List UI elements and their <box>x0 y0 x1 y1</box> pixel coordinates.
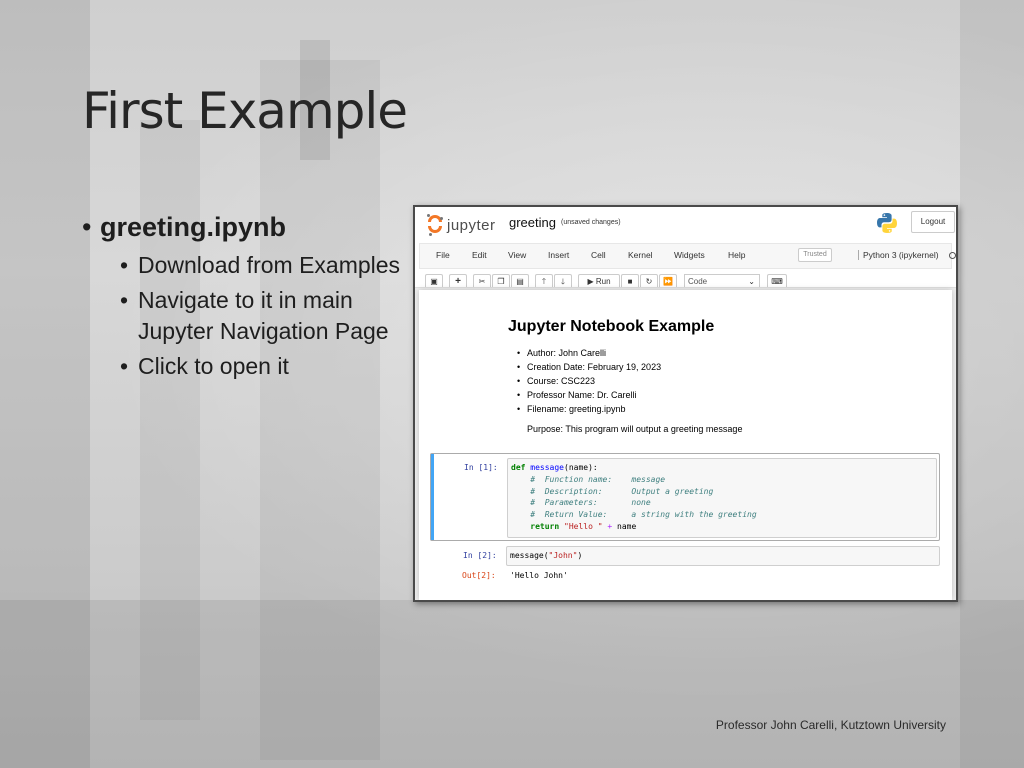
list-item: Creation Date: February 19, 2023 <box>517 360 661 374</box>
notebook-header: jupyter greeting (unsaved changes) Logou… <box>415 207 956 243</box>
menu-bar: File Edit View Insert Cell Kernel Widget… <box>419 243 956 269</box>
output-prompt: Out[2]: <box>462 571 496 580</box>
slide-footer: Professor John Carelli, Kutztown Univers… <box>715 718 946 732</box>
kernel-status-icon <box>949 252 956 259</box>
list-item: Filename: greeting.ipynb <box>517 402 661 416</box>
input-prompt: In [1]: <box>464 463 498 472</box>
cell-selection-indicator <box>431 454 434 540</box>
menu-edit[interactable]: Edit <box>472 250 487 260</box>
kernel-name[interactable]: Python 3 (ipykernel) <box>858 250 939 260</box>
menu-kernel[interactable]: Kernel <box>628 250 653 260</box>
code-editor[interactable]: message("John") <box>506 546 940 566</box>
bullet-main: greeting.ipynb <box>82 210 402 244</box>
code-editor[interactable]: def message(name): # Function name: mess… <box>507 458 937 538</box>
logout-button[interactable]: Logout <box>911 211 955 233</box>
input-prompt: In [2]: <box>463 551 497 560</box>
notebook-page: Jupyter Notebook Example Author: John Ca… <box>419 290 952 600</box>
trusted-badge[interactable]: Trusted <box>798 248 832 262</box>
notebook-body: Jupyter Notebook Example Author: John Ca… <box>415 287 956 600</box>
sub-bullet: Click to open it <box>120 351 402 382</box>
markdown-purpose: Purpose: This program will output a gree… <box>527 424 743 434</box>
sub-bullet-list: Download from Examples Navigate to it in… <box>82 250 402 382</box>
markdown-list: Author: John Carelli Creation Date: Febr… <box>517 346 661 416</box>
save-status: (unsaved changes) <box>561 219 621 226</box>
menu-widgets[interactable]: Widgets <box>674 250 705 260</box>
menu-cell[interactable]: Cell <box>591 250 606 260</box>
sub-bullet: Navigate to it in main Jupyter Navigatio… <box>120 285 402 347</box>
menu-view[interactable]: View <box>508 250 526 260</box>
list-item: Course: CSC223 <box>517 374 661 388</box>
code-cell-selected[interactable]: In [1]: def message(name): # Function na… <box>430 453 940 541</box>
run-label: Run <box>595 277 611 286</box>
menu-file[interactable]: File <box>436 250 450 260</box>
jupyter-logo-icon <box>427 214 443 236</box>
jupyter-logo-text: jupyter <box>447 216 496 234</box>
cell-type-value: Code <box>688 277 708 286</box>
menu-insert[interactable]: Insert <box>548 250 569 260</box>
jupyter-screenshot: jupyter greeting (unsaved changes) Logou… <box>413 205 958 602</box>
slide-title: First Example <box>82 82 408 140</box>
menu-help[interactable]: Help <box>728 250 745 260</box>
python-logo-icon <box>877 213 897 233</box>
markdown-title: Jupyter Notebook Example <box>508 318 715 335</box>
jupyter-logo[interactable]: jupyter <box>427 214 496 236</box>
notebook-name[interactable]: greeting <box>509 215 556 230</box>
sub-bullet: Download from Examples <box>120 250 402 281</box>
bullet-list: greeting.ipynb Download from Examples Na… <box>82 210 402 386</box>
list-item: Author: John Carelli <box>517 346 661 360</box>
cell-output: 'Hello John' <box>510 571 568 580</box>
list-item: Professor Name: Dr. Carelli <box>517 388 661 402</box>
